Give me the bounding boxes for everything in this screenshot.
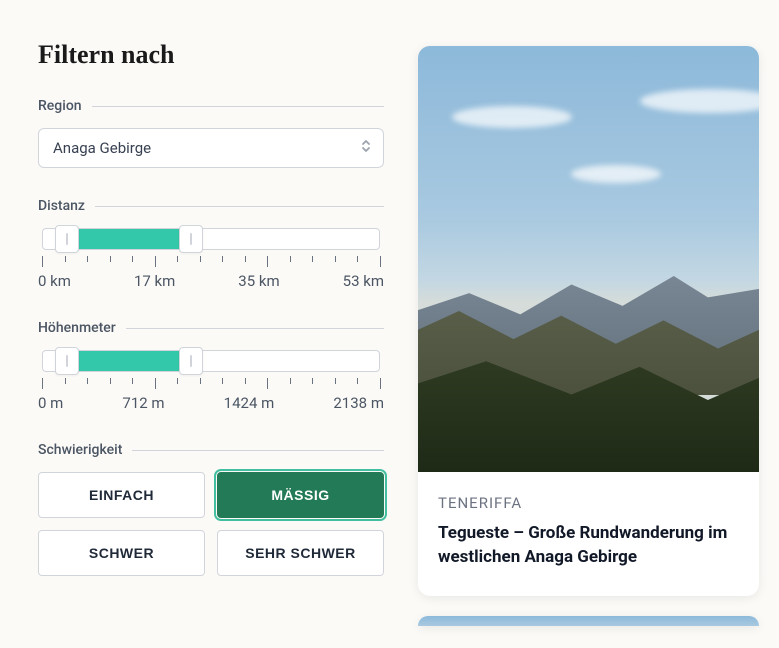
- elevation-ticks: [42, 378, 380, 392]
- elevation-tick-labels: 0 m 712 m 1424 m 2138 m: [38, 394, 384, 412]
- results-column: TENERIFFA Tegueste – Große Rundwanderung…: [418, 40, 759, 626]
- result-card-peek[interactable]: [418, 616, 759, 626]
- difficulty-schwer-button[interactable]: SCHWER: [38, 530, 205, 576]
- distance-slider-fill: [67, 229, 191, 249]
- tick-label: 17 km: [134, 272, 175, 290]
- distance-ticks: [42, 256, 380, 270]
- tick-label: 712 m: [122, 394, 164, 412]
- difficulty-field: Schwierigkeit EINFACH MÄSSIG SCHWER SEHR SC…: [38, 442, 384, 576]
- elevation-field: Höhenmeter 0 m 712 m 1424 m 2138 m: [38, 320, 384, 412]
- tick-label: 2138 m: [333, 394, 384, 412]
- elevation-slider-max-handle[interactable]: [179, 347, 203, 375]
- page-title: Filtern nach: [38, 40, 384, 70]
- difficulty-label: Schwierigkeit: [38, 442, 122, 458]
- result-card-title: Tegueste – Große Rundwanderung im westli…: [438, 522, 739, 570]
- tick-label: 1424 m: [224, 394, 275, 412]
- region-label: Region: [38, 98, 82, 114]
- elevation-slider-min-handle[interactable]: [55, 347, 79, 375]
- distance-tick-labels: 0 km 17 km 35 km 53 km: [38, 272, 384, 290]
- filter-sidebar: Filtern nach Region Anaga Gebirge Dista: [38, 40, 384, 626]
- distance-field: Distanz 0 km 17 km 35 km 53 km: [38, 198, 384, 290]
- divider: [92, 106, 384, 107]
- tick-label: 53 km: [343, 272, 384, 290]
- tick-label: 35 km: [238, 272, 279, 290]
- divider: [132, 450, 384, 451]
- difficulty-mässig-button[interactable]: MÄSSIG: [217, 472, 384, 518]
- difficulty-einfach-button[interactable]: EINFACH: [38, 472, 205, 518]
- elevation-slider-fill: [67, 351, 191, 371]
- region-field: Region Anaga Gebirge: [38, 98, 384, 168]
- result-card-image: [418, 46, 759, 472]
- region-select[interactable]: Anaga Gebirge: [38, 128, 384, 168]
- divider: [126, 328, 384, 329]
- distance-slider-min-handle[interactable]: [55, 225, 79, 253]
- divider: [95, 206, 384, 207]
- distance-slider[interactable]: [42, 228, 380, 250]
- elevation-label: Höhenmeter: [38, 320, 116, 336]
- result-card-kicker: TENERIFFA: [438, 494, 739, 512]
- distance-slider-max-handle[interactable]: [179, 225, 203, 253]
- difficulty-button-group: EINFACH MÄSSIG SCHWER SEHR SCHWER: [38, 472, 384, 576]
- result-card[interactable]: TENERIFFA Tegueste – Große Rundwanderung…: [418, 46, 759, 596]
- elevation-slider[interactable]: [42, 350, 380, 372]
- tick-label: 0 km: [38, 272, 71, 290]
- tick-label: 0 m: [38, 394, 63, 412]
- difficulty-sehr-schwer-button[interactable]: SEHR SCHWER: [217, 530, 384, 576]
- distance-label: Distanz: [38, 198, 85, 214]
